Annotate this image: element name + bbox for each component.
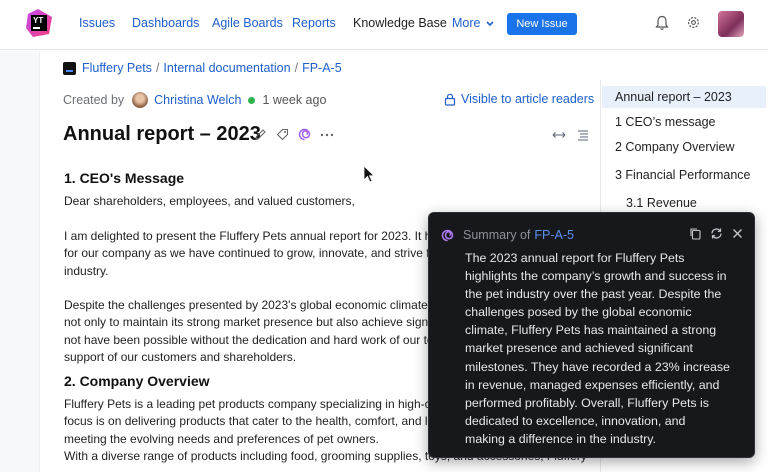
paragraph-line: not have been possible without the dedic… xyxy=(64,332,434,347)
breadcrumb-folder[interactable]: Internal documentation xyxy=(163,61,290,75)
toc-item-title[interactable]: Annual report – 2023 xyxy=(602,86,766,108)
nav-agile-boards[interactable]: Agile Boards xyxy=(212,16,283,30)
summary-header: Summary of FP-A-5 xyxy=(441,228,574,242)
left-gutter xyxy=(0,51,40,472)
close-icon[interactable] xyxy=(731,227,744,245)
visibility-button[interactable]: Visible to article readers xyxy=(444,92,594,106)
logo-text: YT xyxy=(33,16,44,25)
summary-label: Summary of xyxy=(463,228,531,242)
section-heading: 1. CEO's Message xyxy=(64,170,185,186)
paragraph-line: support of our customers and shareholder… xyxy=(64,350,297,365)
author-link[interactable]: Christina Welch xyxy=(154,93,241,107)
summary-article-link[interactable]: FP-A-5 xyxy=(534,228,574,242)
toc-item-financial-performance[interactable]: 3 Financial Performance xyxy=(615,168,750,182)
paragraph-line: I am delighted to present the Fluffery P… xyxy=(64,229,432,243)
summary-line: dedicated to excellence, innovation, and xyxy=(465,413,686,428)
created-time: 1 week ago xyxy=(262,93,327,107)
nav-dashboards[interactable]: Dashboards xyxy=(132,16,199,30)
ai-assistant-icon[interactable] xyxy=(298,128,311,141)
gear-icon[interactable] xyxy=(686,15,702,31)
more-actions-icon[interactable] xyxy=(320,128,334,141)
youtrack-logo[interactable]: YT xyxy=(24,8,54,38)
summary-line: climate, Fluffery Pets has maintained a … xyxy=(465,323,717,338)
tag-icon[interactable] xyxy=(276,128,289,141)
visibility-label: Visible to article readers xyxy=(461,92,595,106)
copy-icon[interactable] xyxy=(689,227,702,245)
summary-line: challenges posed by the global economic xyxy=(465,305,692,320)
paragraph-line: Dear shareholders, employees, and valued… xyxy=(64,194,355,208)
toc-item-company-overview[interactable]: 2 Company Overview xyxy=(615,140,735,154)
breadcrumb-separator: / xyxy=(155,61,160,75)
paragraph-line: Despite the challenges presented by 2023… xyxy=(64,298,432,312)
pencil-icon[interactable] xyxy=(254,128,267,141)
ai-assistant-icon xyxy=(441,229,454,241)
mouse-cursor xyxy=(363,165,375,183)
project-icon xyxy=(63,61,76,75)
paragraph-line: for our company as we have continued to … xyxy=(64,246,434,261)
summary-line: in revenue, managed expenses efficiently… xyxy=(465,377,720,392)
nav-issues[interactable]: Issues xyxy=(79,16,115,30)
table-of-contents-icon[interactable] xyxy=(576,128,590,146)
summary-tools xyxy=(689,227,744,245)
breadcrumb-article-id[interactable]: FP-A-5 xyxy=(302,61,342,75)
section-heading: 2. Company Overview xyxy=(64,373,210,389)
breadcrumb-project[interactable]: Fluffery Pets xyxy=(82,61,152,75)
breadcrumb-separator: / xyxy=(294,61,299,75)
summary-line: The 2023 annual report for Fluffery Pets xyxy=(465,251,685,265)
nav-more[interactable]: More xyxy=(452,16,494,30)
created-by-label: Created by xyxy=(63,93,125,107)
title-actions xyxy=(254,128,334,141)
article-meta: Created by Christina Welch 1 week ago xyxy=(63,92,326,108)
top-navigation: YT Issues Dashboards Agile Boards Report… xyxy=(0,0,768,50)
regenerate-icon[interactable] xyxy=(710,227,723,245)
author-avatar[interactable] xyxy=(132,92,149,108)
view-tools xyxy=(552,128,590,146)
user-avatar[interactable] xyxy=(718,11,744,37)
summary-line: highlights the company’s growth and succ… xyxy=(465,269,727,284)
paragraph: Despite the challenges presented by 2023… xyxy=(64,297,434,367)
nav-more-label: More xyxy=(452,16,481,30)
chevron-down-icon xyxy=(486,21,494,27)
new-issue-button[interactable]: New Issue xyxy=(507,13,577,35)
toc-item-ceo-message[interactable]: 1 CEO’s message xyxy=(615,115,716,129)
summary-line: milestones. They have recorded a 23% inc… xyxy=(465,359,730,374)
paragraph: Dear shareholders, employees, and valued… xyxy=(64,193,434,210)
paragraph-line: industry. xyxy=(64,263,109,278)
ai-summary-popup: Summary of FP-A-5 The 2023 annual report… xyxy=(428,212,755,458)
expand-width-icon[interactable] xyxy=(552,128,566,146)
breadcrumb: Fluffery Pets / Internal documentation /… xyxy=(63,61,342,75)
summary-line: making a difference in the industry. xyxy=(465,431,657,446)
nav-knowledge-base[interactable]: Knowledge Base xyxy=(353,16,447,30)
online-status-dot xyxy=(248,96,256,104)
toc-item-revenue[interactable]: 3.1 Revenue xyxy=(626,196,697,210)
summary-line: market presence and achieved significant xyxy=(465,341,693,356)
summary-text: The 2023 annual report for Fluffery Pets… xyxy=(465,249,750,448)
summary-line: the pet industry over the past year. Des… xyxy=(465,287,722,302)
lock-icon xyxy=(444,93,456,106)
paragraph-line: not only to maintain its strong market p… xyxy=(64,315,431,330)
article-title: Annual report – 2023 xyxy=(63,123,261,145)
nav-reports[interactable]: Reports xyxy=(292,16,336,30)
bell-icon[interactable] xyxy=(655,15,671,31)
summary-line: performed profitably. Overall, Fluffery … xyxy=(465,395,710,410)
paragraph: I am delighted to present the Fluffery P… xyxy=(64,228,434,280)
